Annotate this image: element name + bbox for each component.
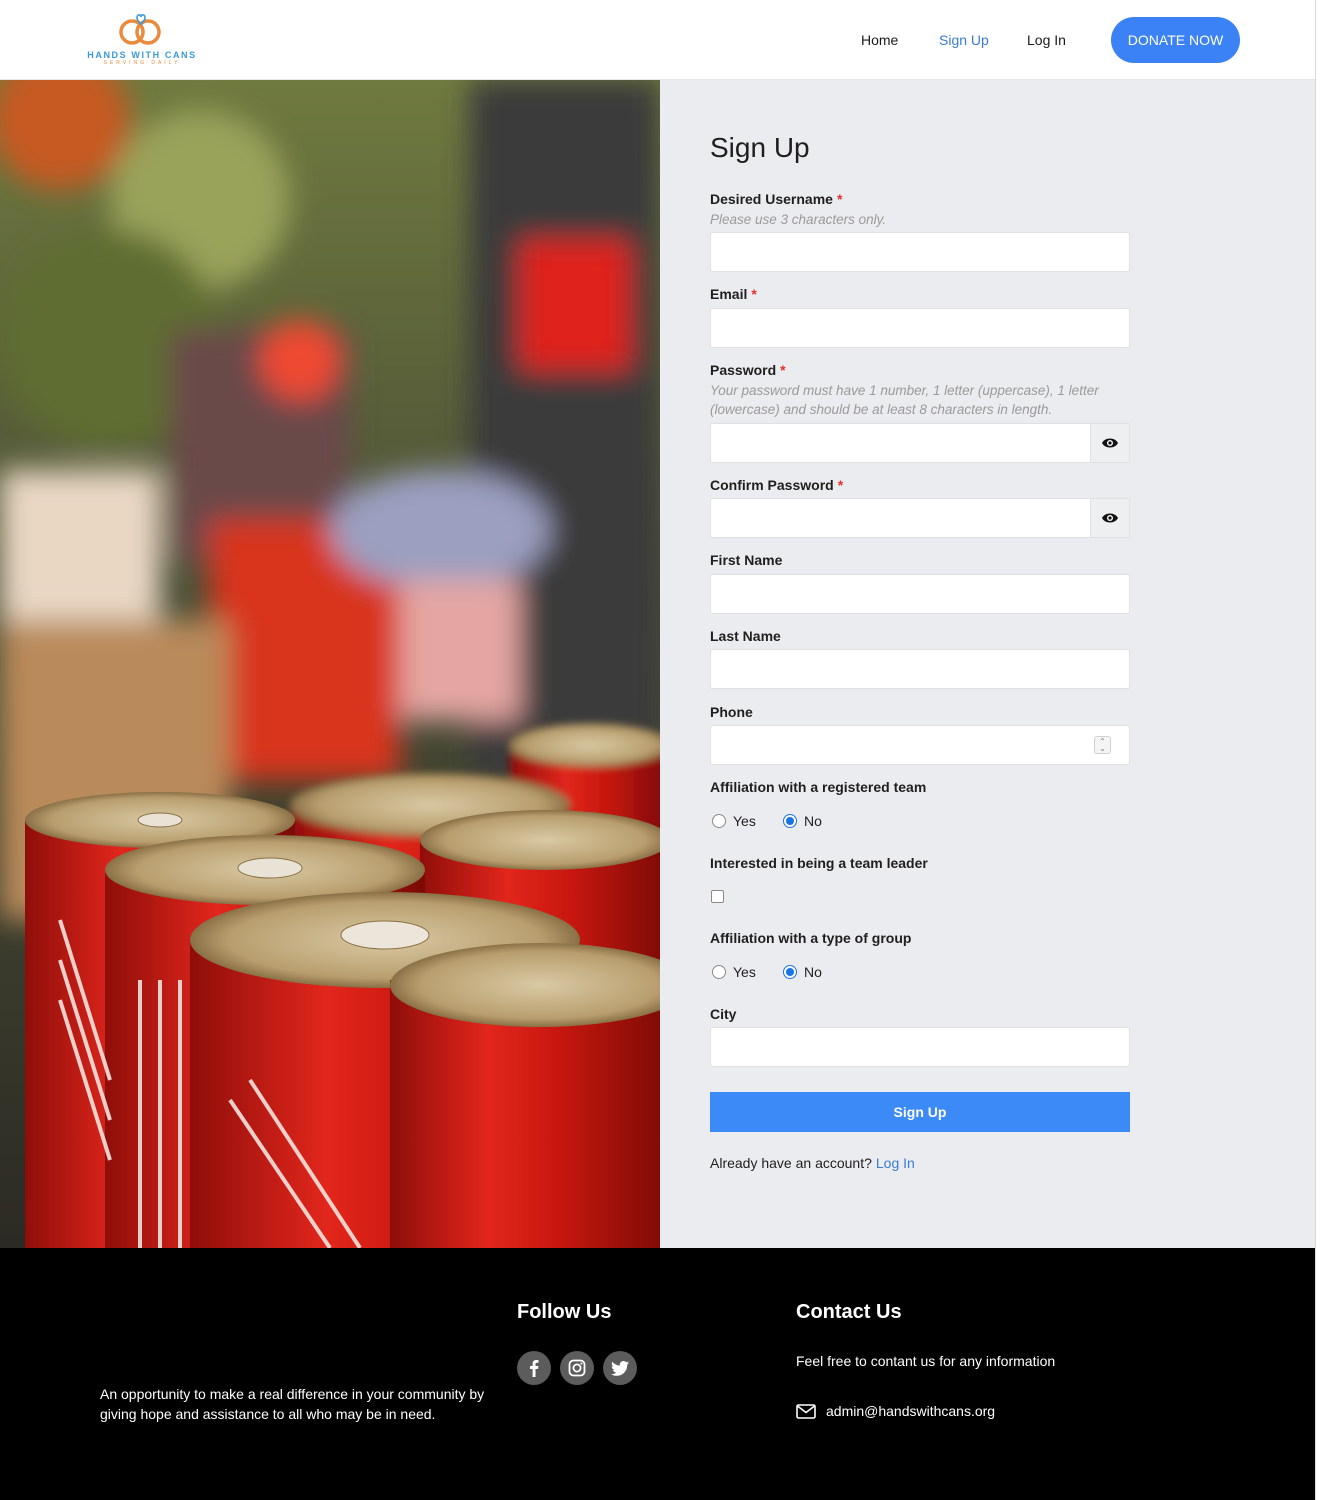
show-password-button[interactable] [1090,424,1129,462]
group-affiliation-label: Affiliation with a type of group [710,930,912,946]
city-field[interactable] [710,1027,1130,1067]
nav-home[interactable]: Home [861,0,898,80]
email-input[interactable] [711,309,1129,347]
already-account-line: Already have an account? Log In [710,1155,915,1171]
last-name-label: Last Name [710,628,781,644]
nav-login[interactable]: Log In [1027,0,1066,80]
instagram-icon [568,1359,586,1377]
team-leader-checkbox[interactable] [711,890,724,903]
city-input[interactable] [711,1028,1129,1066]
footer-tagline: An opportunity to make a real difference… [100,1386,485,1422]
confirm-password-field[interactable] [710,498,1130,538]
site-footer: An opportunity to make a real difference… [0,1248,1315,1500]
brand-name: HANDS WITH CANS [87,50,197,60]
team-affiliation-no-label[interactable]: No [804,813,822,829]
signup-submit-button[interactable]: Sign Up [710,1092,1130,1132]
team-affiliation-yes-label[interactable]: Yes [733,813,756,829]
password-hint: Your password must have 1 number, 1 lett… [710,383,1099,417]
instagram-link[interactable] [560,1351,594,1385]
last-name-input[interactable] [711,650,1129,688]
phone-label: Phone [710,704,753,720]
already-account-text: Already have an account? [710,1155,872,1171]
donate-button[interactable]: DONATE NOW [1111,17,1240,63]
team-affiliation-label: Affiliation with a registered team [710,779,927,795]
password-label: Password * [710,362,786,378]
required-mark: * [780,362,786,378]
password-label-text: Password [710,362,777,378]
confirm-password-input[interactable] [711,499,1091,537]
spinner-icon[interactable]: ⌃ ⌄ [1094,736,1111,754]
email-label: Email * [710,286,757,302]
group-affiliation-no-label[interactable]: No [804,964,822,980]
confirm-password-label-text: Confirm Password [710,477,834,493]
group-affiliation-yes-radio[interactable] [712,965,726,979]
brand-tagline: SERVING DAILY [103,60,181,66]
envelope-icon [796,1404,816,1419]
city-label: City [710,1006,737,1022]
first-name-field[interactable] [710,574,1130,614]
required-mark: * [836,191,843,207]
username-label: Desired Username * [710,191,842,207]
login-link[interactable]: Log In [876,1155,915,1171]
password-input[interactable] [711,424,1091,462]
team-affiliation-no-radio[interactable] [783,814,797,828]
first-name-label: First Name [710,552,783,568]
team-affiliation-yes-radio[interactable] [712,814,726,828]
group-affiliation-yes-label[interactable]: Yes [733,964,756,980]
rings-logo-icon [119,14,161,45]
team-leader-label: Interested in being a team leader [710,855,928,871]
password-field[interactable] [710,423,1130,463]
brand-logo[interactable]: HANDS WITH CANS SERVING DAILY [82,12,202,68]
required-mark: * [751,286,757,302]
first-name-input[interactable] [711,575,1129,613]
last-name-field[interactable] [710,649,1130,689]
required-mark: * [837,477,844,493]
contact-email-link[interactable]: admin@handswithcans.org [826,1403,995,1419]
follow-us-heading: Follow Us [517,1301,612,1323]
facebook-icon [530,1360,539,1377]
spinner-down-icon[interactable]: ⌄ [1099,745,1106,753]
site-header: HANDS WITH CANS SERVING DAILY Home Sign … [0,0,1315,80]
twitter-link[interactable] [603,1351,637,1385]
page-title: Sign Up [710,132,810,163]
twitter-icon [611,1360,629,1376]
username-field[interactable] [710,232,1130,272]
email-label-text: Email [710,286,748,302]
phone-input[interactable] [711,726,1129,764]
username-label-text: Desired Username [710,191,833,207]
nav-signup[interactable]: Sign Up [939,0,989,80]
group-affiliation-no-radio[interactable] [783,965,797,979]
email-field[interactable] [710,308,1130,348]
username-hint: Please use 3 characters only. [710,212,887,227]
eye-icon [1102,513,1118,523]
hero-photo [0,80,660,1248]
contact-us-heading: Contact Us [796,1301,902,1323]
show-confirm-password-button[interactable] [1090,499,1129,537]
facebook-link[interactable] [517,1351,551,1385]
username-input[interactable] [711,233,1129,271]
phone-field[interactable]: ⌃ ⌄ [710,725,1130,765]
contact-description: Feel free to contant us for any informat… [796,1353,1056,1369]
confirm-password-label: Confirm Password * [710,477,843,493]
page-scrollbar[interactable] [1315,0,1320,1500]
eye-icon [1102,438,1118,448]
